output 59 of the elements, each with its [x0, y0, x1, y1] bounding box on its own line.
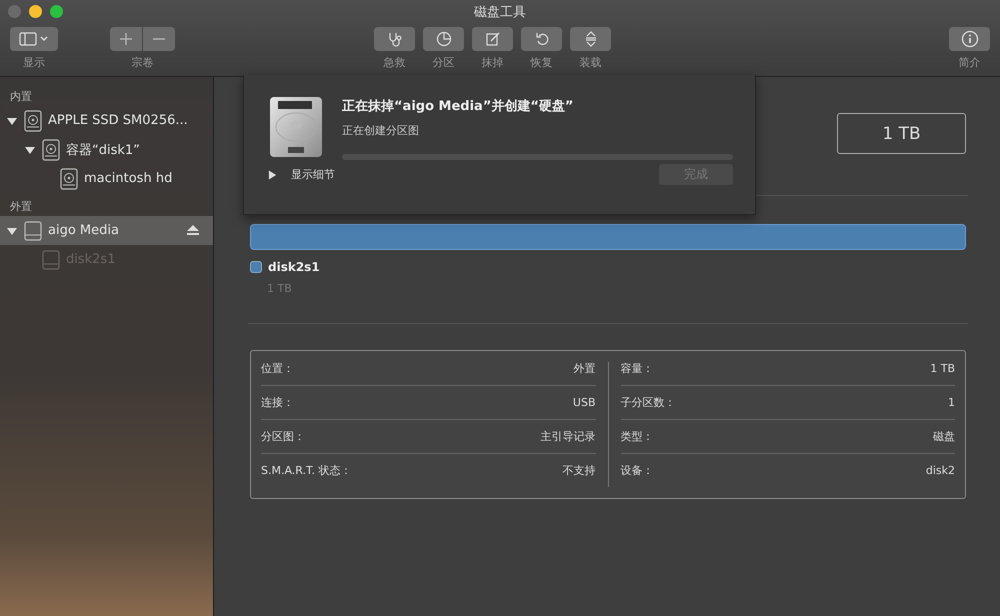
partition-name: disk2s1 — [268, 260, 320, 274]
sheet-title: 正在抹掉“aigo Media”并创建“硬盘” — [342, 98, 574, 115]
info-label: 连接： — [261, 395, 294, 410]
sidebar-item[interactable]: 容器“disk1” — [0, 135, 213, 164]
info-value: 磁盘 — [933, 429, 955, 444]
eraser-icon — [484, 31, 500, 47]
firstaid-button[interactable] — [374, 27, 415, 51]
toolbar-label: 抹掉 — [482, 55, 504, 70]
window-title: 磁盘工具 — [474, 4, 526, 21]
toolbar-label: 恢复 — [530, 55, 552, 70]
sidebar-item[interactable]: aigo Media — [0, 216, 213, 245]
partition-size: 1 TB — [267, 282, 292, 295]
minimize-button[interactable] — [29, 5, 42, 18]
info-value: 不支持 — [562, 463, 596, 478]
info-value: USB — [572, 396, 596, 409]
restore-icon — [534, 31, 550, 47]
show-details-toggle[interactable]: 显示细节 — [268, 167, 335, 182]
restore-button[interactable] — [521, 27, 562, 51]
toolbar-label: 宗卷 — [132, 55, 154, 70]
info-value: 外置 — [574, 361, 596, 376]
info-label: S.M.A.R.T. 状态： — [261, 463, 352, 478]
eject-icon[interactable] — [187, 225, 199, 236]
info-value: 1 TB — [930, 362, 955, 375]
sidebar-item[interactable]: macintosh hd — [0, 164, 213, 193]
toolbar-label: 装载 — [580, 55, 602, 70]
toolbar-label: 简介 — [958, 55, 980, 70]
info-label: 容量： — [620, 361, 654, 376]
info-value: 1 — [948, 396, 955, 409]
plus-icon — [119, 32, 133, 46]
zoom-button[interactable] — [50, 5, 63, 18]
sidebar-heading: 内置 — [9, 89, 33, 105]
erase-button[interactable] — [472, 27, 513, 51]
partition-button[interactable] — [423, 27, 464, 51]
toolbar-label: 急救 — [384, 55, 406, 70]
info-label: 位置： — [261, 361, 294, 376]
disclosure-triangle-icon[interactable] — [7, 116, 17, 126]
add-volume-button[interactable] — [110, 27, 142, 51]
stethoscope-icon — [386, 31, 402, 47]
info-label: 子分区数： — [620, 395, 676, 410]
info-label: 设备： — [620, 463, 654, 478]
sidebar-toggle-icon — [19, 32, 49, 46]
sheet-status: 正在创建分区图 — [342, 123, 420, 138]
info-label: 分区图： — [261, 429, 305, 444]
disclosure-triangle-icon[interactable] — [7, 226, 17, 236]
sidebar-item[interactable]: APPLE SSD SM0256... — [0, 106, 213, 135]
sidebar-heading: 外置 — [9, 199, 33, 215]
info-label: 类型： — [620, 429, 654, 444]
pie-icon — [436, 31, 452, 47]
mount-button[interactable] — [570, 27, 611, 51]
toolbar-label: 分区 — [432, 55, 454, 70]
capacity-box: 1 TB — [837, 113, 966, 154]
info-value: disk2 — [926, 464, 955, 477]
disclosure-triangle-icon[interactable] — [25, 144, 35, 154]
disclosure-triangle-icon — [268, 170, 277, 180]
toolbar-label: 显示 — [23, 55, 45, 70]
info-value: 主引导记录 — [540, 429, 596, 444]
info-icon — [960, 30, 978, 48]
info-button[interactable] — [949, 27, 990, 51]
sidebar-toggle-button[interactable] — [10, 27, 58, 51]
